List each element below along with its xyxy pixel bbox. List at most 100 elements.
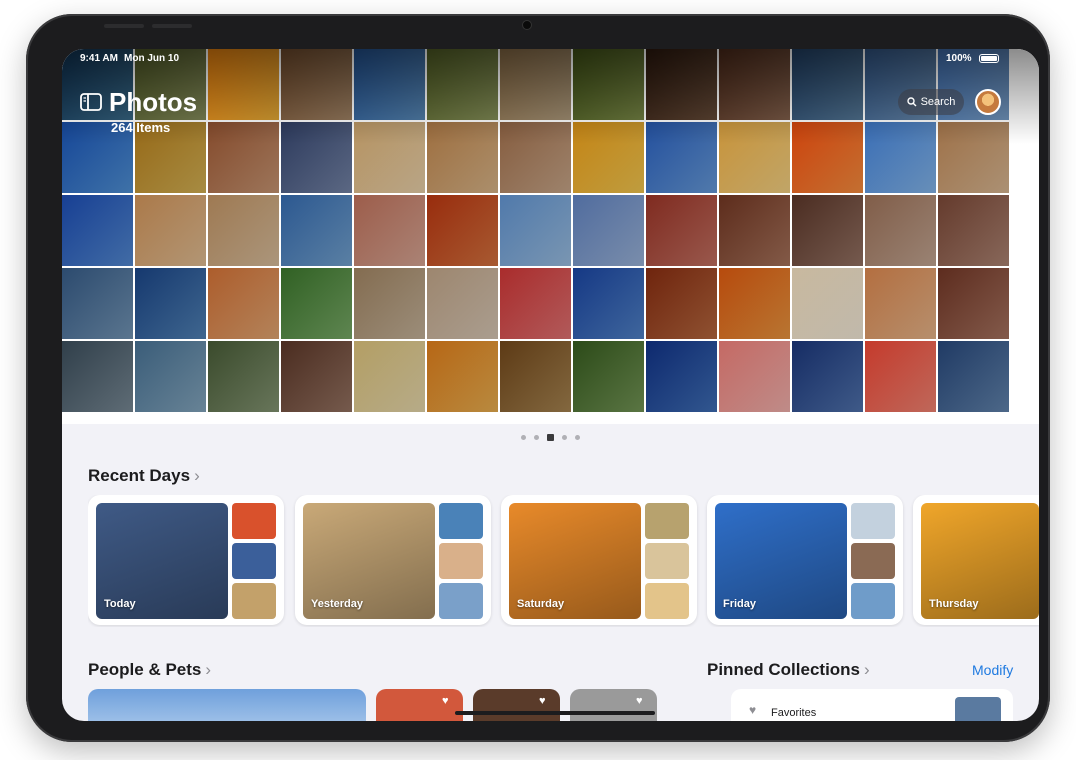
photo-thumbnail[interactable] <box>646 341 717 412</box>
photo-thumbnail[interactable] <box>500 341 571 412</box>
search-button[interactable]: Search <box>898 89 964 115</box>
photo-thumbnail[interactable] <box>208 195 279 266</box>
pinned-collections-header[interactable]: Pinned Collections › <box>707 660 870 680</box>
day-label: Today <box>104 598 136 610</box>
page-title: Photos <box>109 87 198 117</box>
day-card-today[interactable]: Today <box>88 495 284 625</box>
photo-thumbnail[interactable] <box>719 341 790 412</box>
photo-thumbnail[interactable] <box>792 195 863 266</box>
photo-thumbnail[interactable] <box>573 268 644 339</box>
photo-thumbnail[interactable] <box>865 195 936 266</box>
photo-thumbnail[interactable] <box>281 49 352 120</box>
photo-thumbnail[interactable] <box>208 49 279 120</box>
photo-thumbnail[interactable] <box>500 195 571 266</box>
photo-thumbnail[interactable] <box>281 195 352 266</box>
day-thumb <box>645 503 689 539</box>
photo-thumbnail[interactable] <box>354 49 425 120</box>
page-dot[interactable] <box>534 435 539 440</box>
day-thumb <box>439 503 483 539</box>
people-pets-header[interactable]: People & Pets › <box>88 660 211 680</box>
photo-thumbnail[interactable] <box>646 49 717 120</box>
day-card-saturday[interactable]: Saturday <box>501 495 697 625</box>
photo-thumbnail[interactable] <box>354 341 425 412</box>
photo-library-grid[interactable] <box>62 49 1039 424</box>
photo-thumbnail[interactable] <box>427 122 498 193</box>
photo-thumbnail[interactable] <box>719 49 790 120</box>
photo-thumbnail[interactable] <box>938 341 1009 412</box>
day-thumb <box>232 503 276 539</box>
photo-thumbnail[interactable] <box>938 268 1009 339</box>
photo-thumbnail[interactable] <box>427 49 498 120</box>
photo-thumbnail[interactable] <box>427 268 498 339</box>
photo-thumbnail[interactable] <box>573 122 644 193</box>
account-avatar[interactable] <box>975 89 1001 115</box>
photo-thumbnail[interactable] <box>281 341 352 412</box>
photo-thumbnail[interactable] <box>792 341 863 412</box>
photo-thumbnail[interactable] <box>719 195 790 266</box>
day-card-friday[interactable]: Friday <box>707 495 903 625</box>
photo-thumbnail[interactable] <box>792 268 863 339</box>
photo-thumbnail[interactable] <box>865 122 936 193</box>
day-thumb <box>232 583 276 619</box>
recent-days-carousel[interactable]: Today Yesterday Saturday Friday Thursday <box>88 495 1039 627</box>
home-indicator[interactable] <box>455 711 655 715</box>
person-tile[interactable] <box>88 689 366 721</box>
photo-thumbnail[interactable] <box>573 195 644 266</box>
photo-thumbnail[interactable] <box>719 122 790 193</box>
photo-thumbnail[interactable] <box>792 49 863 120</box>
day-thumb <box>645 543 689 579</box>
photo-thumbnail[interactable] <box>354 195 425 266</box>
volume-button <box>104 24 144 28</box>
photo-thumbnail[interactable] <box>938 122 1009 193</box>
photo-thumbnail[interactable] <box>719 268 790 339</box>
photo-thumbnail[interactable] <box>573 341 644 412</box>
section-title: People & Pets <box>88 660 202 679</box>
photo-thumbnail[interactable] <box>135 268 206 339</box>
recent-days-header[interactable]: Recent Days › <box>88 466 200 486</box>
photo-thumbnail[interactable] <box>865 341 936 412</box>
photo-thumbnail[interactable] <box>208 341 279 412</box>
photo-thumbnail[interactable] <box>427 341 498 412</box>
modify-button[interactable]: Modify <box>972 662 1013 678</box>
photo-thumbnail[interactable] <box>281 122 352 193</box>
photo-thumbnail[interactable] <box>354 122 425 193</box>
photo-thumbnail[interactable] <box>135 341 206 412</box>
photo-thumbnail[interactable] <box>500 49 571 120</box>
photo-thumbnail[interactable] <box>938 195 1009 266</box>
photo-thumbnail[interactable] <box>135 195 206 266</box>
photo-thumbnail[interactable] <box>354 268 425 339</box>
grid-page-dot[interactable] <box>547 434 554 441</box>
volume-button <box>152 24 192 28</box>
photo-thumbnail[interactable] <box>500 122 571 193</box>
heart-icon: ♥ <box>749 703 757 717</box>
page-dot[interactable] <box>521 435 526 440</box>
day-card-yesterday[interactable]: Yesterday <box>295 495 491 625</box>
page-dot[interactable] <box>562 435 567 440</box>
person-tile[interactable]: ♥ <box>570 689 657 721</box>
person-tile[interactable]: ♥ <box>376 689 463 721</box>
photo-thumbnail[interactable] <box>646 122 717 193</box>
sidebar-toggle-icon[interactable] <box>80 93 102 111</box>
photo-thumbnail[interactable] <box>208 122 279 193</box>
item-count: 264 Items <box>111 120 171 135</box>
page-dot[interactable] <box>575 435 580 440</box>
heart-icon: ♥ <box>539 695 546 707</box>
favorites-collection[interactable]: ♥ Favorites <box>731 689 1013 721</box>
photo-thumbnail[interactable] <box>62 341 133 412</box>
page-indicator[interactable] <box>62 434 1039 441</box>
day-card-thursday[interactable]: Thursday <box>913 495 1039 625</box>
photo-thumbnail[interactable] <box>500 268 571 339</box>
photo-thumbnail[interactable] <box>62 268 133 339</box>
photo-thumbnail[interactable] <box>792 122 863 193</box>
photo-thumbnail[interactable] <box>281 268 352 339</box>
photo-thumbnail[interactable] <box>646 268 717 339</box>
photo-thumbnail[interactable] <box>208 268 279 339</box>
photo-thumbnail[interactable] <box>865 268 936 339</box>
photo-thumbnail[interactable] <box>573 49 644 120</box>
person-tile[interactable]: ♥ <box>473 689 560 721</box>
day-thumb <box>851 583 895 619</box>
photo-thumbnail[interactable] <box>646 195 717 266</box>
photo-thumbnail[interactable] <box>427 195 498 266</box>
chevron-right-icon: › <box>205 660 212 679</box>
photo-thumbnail[interactable] <box>62 195 133 266</box>
